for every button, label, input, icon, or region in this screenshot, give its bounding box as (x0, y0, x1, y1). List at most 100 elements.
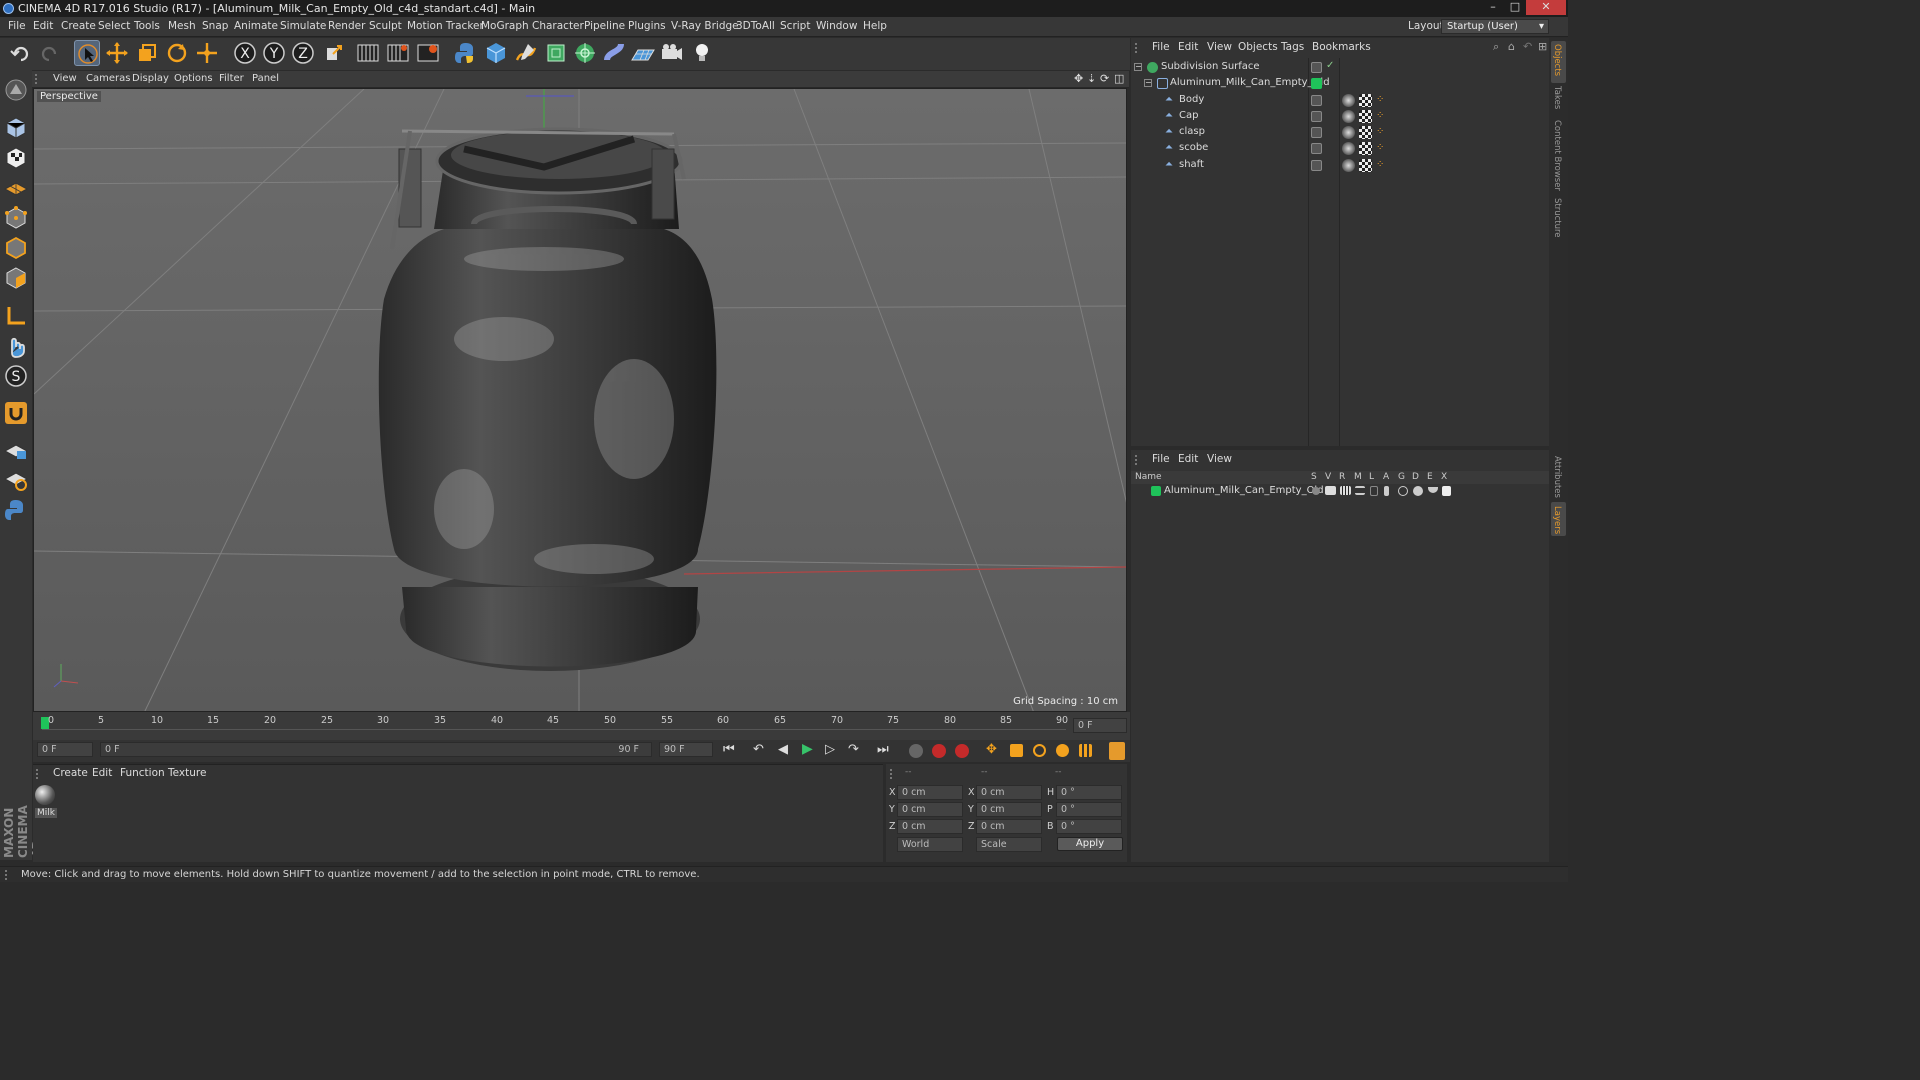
edges-mode-button[interactable] (3, 235, 29, 261)
material-swatch[interactable]: Milk (35, 785, 57, 819)
col-generators[interactable]: G (1398, 472, 1405, 482)
previous-key-icon[interactable]: ↶ (753, 742, 764, 757)
uvw-tag-icon[interactable] (1359, 142, 1372, 155)
view-eye-icon[interactable] (1325, 486, 1336, 495)
solo-icon[interactable] (1312, 487, 1320, 495)
menu-script[interactable]: Script (780, 20, 810, 32)
viewport-move-icon[interactable]: ✥ (1074, 72, 1083, 85)
live-selection-button[interactable] (74, 40, 100, 66)
spline-pen-button[interactable] (513, 40, 539, 66)
material-tag-icon[interactable] (1342, 126, 1355, 139)
layer-menu-view[interactable]: View (1207, 453, 1232, 465)
col-name[interactable]: Name (1135, 472, 1162, 482)
workplane-mode-button[interactable] (3, 175, 29, 201)
move-tool-button[interactable] (104, 40, 130, 66)
next-frame-icon[interactable]: ▷ (825, 742, 835, 757)
object-menu-bookmarks[interactable]: Bookmarks (1312, 41, 1371, 53)
uvw-tag-icon[interactable] (1359, 94, 1372, 107)
current-frame-field[interactable]: 0 F (1073, 718, 1127, 733)
workplane-lock-button[interactable] (3, 437, 29, 463)
key-position-icon[interactable]: ✥ (986, 742, 997, 757)
python-generator-button[interactable] (3, 497, 29, 523)
menu-animate[interactable]: Animate (234, 20, 278, 32)
record-keys-icon[interactable] (932, 744, 946, 758)
play-icon[interactable]: ▶ (802, 741, 813, 757)
viewport-camera-label[interactable]: Perspective (37, 91, 101, 102)
y-axis-lock-button[interactable]: Y (261, 40, 287, 66)
col-deformers[interactable]: D (1412, 472, 1419, 482)
viewport-menu-filter[interactable]: Filter (219, 73, 244, 84)
pos-y-field[interactable]: 0 cm (897, 802, 963, 817)
uvw-tag-icon[interactable] (1359, 126, 1372, 139)
material-menu-edit[interactable]: Edit (92, 767, 112, 779)
object-row[interactable]: ⏶ shaft ⁘ (1131, 157, 1549, 173)
material-tag-icon[interactable] (1342, 94, 1355, 107)
phong-tag-icon[interactable]: ⁘ (1376, 157, 1384, 173)
coordinate-system-button[interactable] (321, 40, 347, 66)
render-settings-button[interactable] (415, 40, 441, 66)
menu-simulate[interactable]: Simulate (280, 20, 326, 32)
menu-file[interactable]: File (8, 20, 26, 32)
floor-environment-button[interactable] (630, 40, 656, 66)
key-scale-icon[interactable] (1010, 744, 1023, 757)
object-menu-file[interactable]: File (1152, 41, 1170, 53)
camera-button[interactable] (659, 40, 685, 66)
col-expressions[interactable]: E (1427, 472, 1433, 482)
snap-toggle-button[interactable]: S (3, 363, 29, 389)
rotate-tool-button[interactable] (164, 40, 190, 66)
layer-toggle-icon[interactable] (1311, 160, 1322, 171)
object-menu-tags[interactable]: Tags (1281, 41, 1304, 53)
deformer-icon[interactable] (1413, 486, 1423, 496)
start-frame-field[interactable]: 0 F (37, 742, 93, 757)
col-view[interactable]: V (1325, 472, 1331, 482)
layer-toggle-icon[interactable] (1311, 95, 1322, 106)
phong-tag-icon[interactable]: ⁘ (1376, 140, 1384, 156)
maximize-button[interactable]: □ (1504, 0, 1526, 15)
tab-structure[interactable]: Structure (1552, 198, 1562, 238)
polygons-mode-button[interactable] (3, 265, 29, 291)
object-menu-objects[interactable]: Objects (1238, 41, 1278, 53)
material-tag-icon[interactable] (1342, 110, 1355, 123)
tab-objects[interactable]: Objects (1552, 44, 1562, 76)
xref-icon[interactable] (1442, 486, 1451, 496)
uvw-tag-icon[interactable] (1359, 110, 1372, 123)
points-mode-button[interactable] (3, 205, 29, 231)
col-render[interactable]: R (1339, 472, 1345, 482)
menu-mograph[interactable]: MoGraph (481, 20, 529, 32)
col-manager[interactable]: M (1354, 472, 1362, 482)
size-mode-dropdown[interactable]: Scale (976, 837, 1042, 852)
make-editable-button[interactable] (3, 77, 29, 103)
close-button[interactable]: ✕ (1526, 0, 1566, 15)
python-button[interactable] (453, 40, 479, 66)
material-menu-function[interactable]: Function (120, 767, 165, 779)
menu-vray-bridge[interactable]: V-Ray Bridge (671, 20, 739, 32)
layer-color-icon[interactable] (1311, 78, 1322, 89)
key-parameter-icon[interactable] (1056, 744, 1069, 757)
tab-takes[interactable]: Takes (1552, 86, 1562, 109)
timeline-ruler[interactable]: 0 5 10 15 20 25 30 35 40 45 50 55 60 65 … (33, 712, 1130, 740)
cube-primitive-button[interactable] (483, 40, 509, 66)
object-row[interactable]: − Aluminum_Milk_Can_Empty_Old (1131, 75, 1549, 91)
rot-p-field[interactable]: 0 ° (1056, 802, 1122, 817)
material-menu-texture[interactable]: Texture (168, 767, 206, 779)
viewport-menu-display[interactable]: Display (132, 73, 169, 84)
apply-button[interactable]: Apply (1057, 837, 1123, 851)
tweak-mode-button[interactable] (3, 333, 29, 359)
layer-toggle-icon[interactable] (1311, 127, 1322, 138)
light-button[interactable] (689, 40, 715, 66)
end-frame-field[interactable]: 90 F (659, 742, 713, 757)
viewport-maximize-icon[interactable]: ◫ (1114, 72, 1124, 85)
render-icon[interactable] (1340, 486, 1351, 495)
deformer-button[interactable] (601, 40, 627, 66)
manager-icon[interactable] (1355, 486, 1365, 495)
object-row[interactable]: ⏶ scobe ⁘ (1131, 140, 1549, 156)
uvw-tag-icon[interactable] (1359, 159, 1372, 172)
menu-window[interactable]: Window (816, 20, 857, 32)
texture-mode-button[interactable] (3, 145, 29, 171)
menu-render[interactable]: Render (328, 20, 365, 32)
size-y-field[interactable]: 0 cm (976, 802, 1042, 817)
next-key-icon[interactable]: ↷ (848, 742, 859, 757)
subdivision-surface-button[interactable] (543, 40, 569, 66)
pos-z-field[interactable]: 0 cm (897, 819, 963, 834)
phong-tag-icon[interactable]: ⁘ (1376, 108, 1384, 124)
